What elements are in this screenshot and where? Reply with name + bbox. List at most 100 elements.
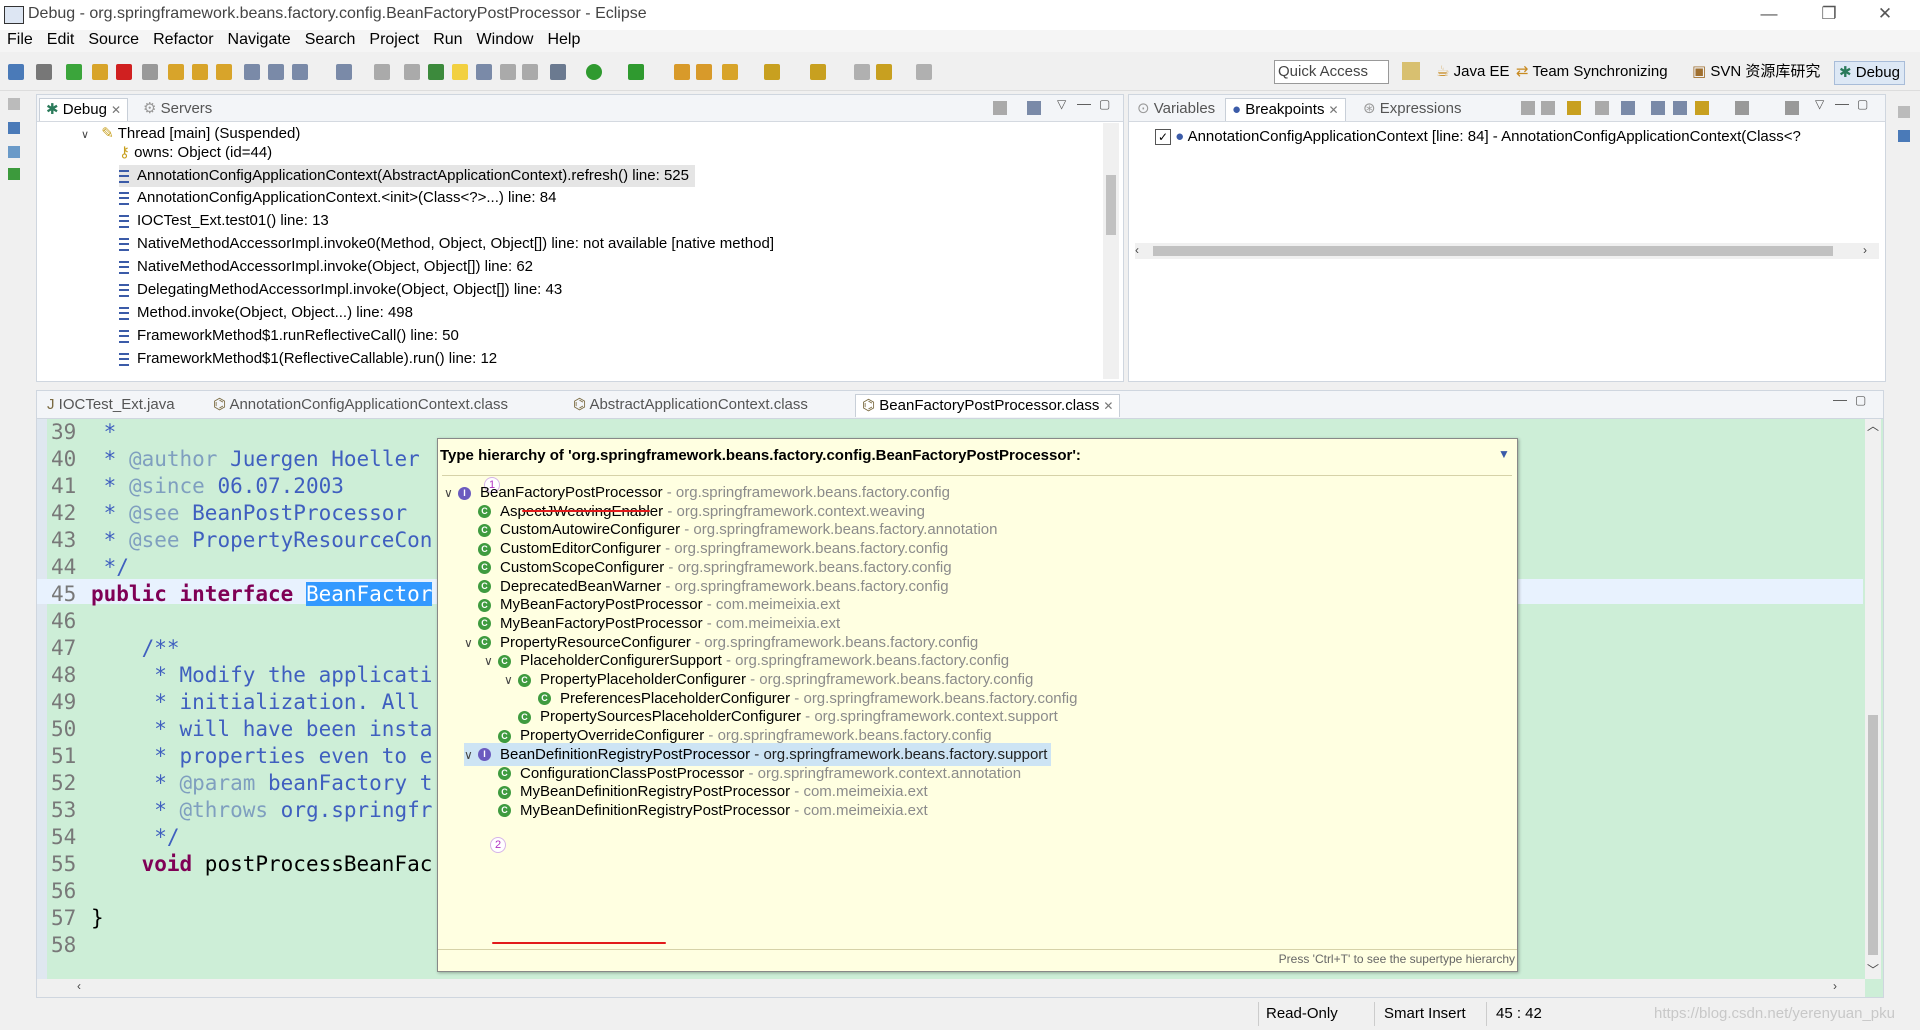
save-all-icon[interactable] [374, 64, 390, 80]
open-type-icon[interactable] [428, 64, 444, 80]
close-icon[interactable]: ✕ [1103, 399, 1113, 413]
highlight-icon[interactable] [452, 64, 468, 80]
menu-project[interactable]: Project [362, 30, 426, 50]
tab-variables[interactable]: ⊙ Variables [1131, 98, 1221, 120]
scroll-thumb[interactable] [1106, 175, 1116, 235]
breakpoint-checkbox[interactable]: ✓ [1155, 129, 1171, 146]
close-icon[interactable]: ✕ [1328, 103, 1338, 117]
open-task-icon[interactable] [696, 64, 712, 80]
perspective-team-sync[interactable]: ⇄ Team Synchronizing [1516, 61, 1668, 83]
stack-frame-row[interactable]: NativeMethodAccessorImpl.invoke0(Method,… [119, 233, 774, 255]
breakpoints-hscrollbar[interactable]: ‹ › [1135, 243, 1879, 259]
menu-file[interactable]: File [0, 30, 40, 50]
debug-dropdown-icon[interactable] [550, 64, 566, 80]
link-with-debug-icon[interactable] [1695, 101, 1709, 115]
stack-frame-row[interactable]: Method.invoke(Object, Object...) line: 4… [119, 302, 413, 324]
back-icon[interactable] [876, 64, 892, 80]
menu-window[interactable]: Window [470, 30, 541, 50]
quick-access-input[interactable]: Quick Access [1274, 60, 1389, 84]
stack-frame-row[interactable]: DelegatingMethodAccessorImpl.invoke(Obje… [119, 279, 562, 301]
chevron-left-icon[interactable]: ‹ [77, 979, 81, 993]
tab-breakpoints[interactable]: ● Breakpoints ✕ [1225, 98, 1346, 121]
stack-frame-row[interactable]: NativeMethodAccessorImpl.invoke(Object, … [119, 256, 533, 278]
breakpoint-entry[interactable]: ✓ ● AnnotationConfigApplicationContext [… [1155, 126, 1801, 148]
view-settings-icon[interactable] [1785, 101, 1799, 115]
forward-icon[interactable] [916, 64, 932, 80]
editor-vscrollbar[interactable]: ︿ ﹀ [1865, 419, 1881, 979]
close-icon[interactable]: ✕ [111, 103, 121, 117]
stack-frame-row[interactable]: FrameworkMethod$1(ReflectiveCallable).ru… [119, 348, 497, 370]
step-return-icon[interactable] [216, 64, 232, 80]
step-over-icon[interactable] [192, 64, 208, 80]
menu-help[interactable]: Help [540, 30, 587, 50]
go-to-file-icon[interactable] [1595, 101, 1609, 115]
menu-source[interactable]: Source [81, 30, 146, 50]
chevron-down-icon[interactable]: ﹀ [1867, 961, 1879, 978]
remove-breakpoint-icon[interactable] [1521, 101, 1535, 115]
print-icon[interactable] [404, 64, 420, 80]
tab-debug[interactable]: ✱ Debug ✕ [39, 98, 129, 121]
restore-button[interactable]: ❐ [1806, 0, 1852, 30]
chevron-up-icon[interactable]: ︿ [1867, 417, 1879, 434]
console-icon[interactable] [8, 168, 20, 180]
scroll-thumb[interactable] [1868, 715, 1878, 955]
outline-icon[interactable] [8, 146, 20, 158]
view-menu-icon[interactable]: ▽ [1815, 97, 1824, 111]
maximize-view-icon[interactable]: ▢ [1099, 97, 1110, 111]
hierarchy-item[interactable]: C MyBeanDefinitionRegistryPostProcessor -… [484, 799, 928, 822]
suspend-icon[interactable] [92, 64, 108, 80]
remove-terminated-icon[interactable] [993, 101, 1007, 115]
expand-all-icon[interactable] [1651, 101, 1665, 115]
block-selection-icon[interactable] [522, 64, 538, 80]
outline-right-icon[interactable] [1898, 130, 1910, 142]
stack-frame-row[interactable]: AnnotationConfigApplicationContext(Abstr… [119, 165, 695, 187]
skip-all-icon[interactable] [1621, 101, 1635, 115]
chevron-down-icon[interactable]: ∨ [464, 744, 478, 767]
maximize-editor-icon[interactable]: ▢ [1855, 393, 1866, 407]
scroll-thumb[interactable] [1153, 246, 1833, 256]
use-step-filters-icon[interactable] [268, 64, 284, 80]
editor-hscrollbar[interactable]: ‹ › [37, 979, 1865, 997]
chevron-right-icon[interactable]: › [1833, 979, 1837, 993]
minimize-view-icon[interactable]: — [1835, 95, 1849, 111]
tab-abstract-app-context[interactable]: ⌬ AbstractApplicationContext.class [567, 394, 814, 416]
terminate-icon[interactable] [116, 64, 132, 80]
external-tools-icon[interactable] [674, 64, 690, 80]
menu-refactor[interactable]: Refactor [146, 30, 220, 50]
show-breakpoints-icon[interactable] [1567, 101, 1581, 115]
debug-vscrollbar[interactable] [1103, 123, 1119, 379]
drop-to-frame-icon[interactable] [244, 64, 260, 80]
maximize-view-icon[interactable]: ▢ [1857, 97, 1868, 111]
menu-navigate[interactable]: Navigate [221, 30, 298, 50]
minimize-button[interactable]: — [1746, 0, 1792, 30]
chevron-left-icon[interactable]: ‹ [1135, 243, 1139, 257]
perspective-svn[interactable]: ▣ SVN 资源库研究 [1692, 61, 1820, 83]
tab-bean-factory-post-processor[interactable]: ⌬ BeanFactoryPostProcessor.class ✕ [855, 394, 1121, 417]
view-menu-icon[interactable]: ▽ [1057, 97, 1066, 111]
new-java-class-icon[interactable] [722, 64, 738, 80]
toggle-mark-icon[interactable] [500, 64, 516, 80]
step-into-icon[interactable] [168, 64, 184, 80]
chevron-down-icon[interactable]: ▼ [1498, 447, 1510, 461]
save-icon[interactable] [336, 64, 352, 80]
tab-ioctest-ext[interactable]: J IOCTest_Ext.java [41, 394, 181, 416]
stack-frame-row[interactable]: IOCTest_Ext.test01() line: 13 [119, 210, 329, 232]
link-with-icon[interactable] [1027, 101, 1041, 115]
java-exception-icon[interactable] [1735, 101, 1749, 115]
last-edit-location-icon[interactable] [854, 64, 870, 80]
disconnect-icon[interactable] [142, 64, 158, 80]
skip-breakpoints-icon[interactable] [36, 64, 52, 80]
chevron-down-icon[interactable]: ∨ [464, 632, 478, 655]
new-icon[interactable] [292, 64, 308, 80]
perspective-java-ee[interactable]: ☕ Java EE [1436, 61, 1510, 83]
remove-all-breakpoints-icon[interactable] [1541, 101, 1555, 115]
project-explorer-icon[interactable] [8, 122, 20, 134]
tab-servers[interactable]: ⚙ Servers [137, 98, 218, 120]
debug-view-icon[interactable] [8, 64, 24, 80]
chevron-down-icon[interactable]: ∨ [484, 650, 498, 673]
open-perspective-icon[interactable] [1402, 62, 1420, 80]
resume-icon[interactable] [66, 64, 82, 80]
coverage-icon[interactable] [628, 64, 644, 80]
chevron-down-icon[interactable]: ∨ [504, 669, 518, 692]
tab-annotation-config-app-context[interactable]: ⌬ AnnotationConfigApplicationContext.cla… [207, 394, 514, 416]
